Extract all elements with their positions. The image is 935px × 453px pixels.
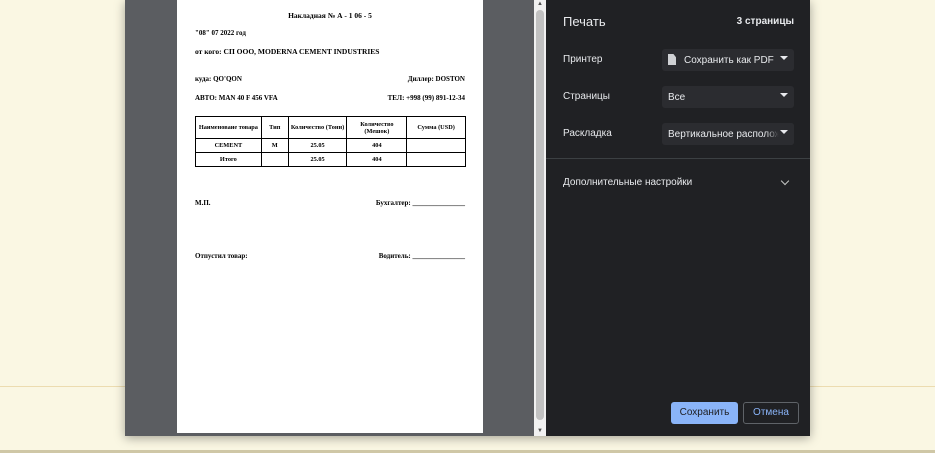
chevron-down-icon bbox=[780, 130, 788, 134]
layout-select[interactable]: Вертикальное расположение bbox=[662, 123, 794, 145]
table-cell bbox=[406, 138, 466, 153]
table-cell: 404 bbox=[346, 138, 408, 153]
table-header-cell: Количество (Тонн) bbox=[287, 116, 348, 139]
invoice-accountant: Бухгалтер: _______________ bbox=[375, 199, 465, 207]
printer-select[interactable]: Сохранить как PDF bbox=[662, 49, 794, 71]
invoice-from: от кого: СП ООО, MODERNA CEMENT INDUSTRI… bbox=[195, 47, 380, 56]
table-cell: 25.05 bbox=[287, 138, 348, 153]
print-dialog: Накладная № А - 1 06 - 5 "08" 07 2022 го… bbox=[125, 0, 810, 436]
invoice-stamp-place: М.П. bbox=[195, 199, 211, 207]
preview-page: Накладная № А - 1 06 - 5 "08" 07 2022 го… bbox=[177, 0, 483, 433]
invoice-title: Накладная № А - 1 06 - 5 bbox=[288, 11, 372, 20]
invoice-table: Наименоваие товара Тип Количество (Тонн)… bbox=[195, 116, 466, 167]
table-row: CEMENT M 25.05 404 bbox=[195, 138, 466, 153]
invoice-date: "08" 07 2022 год bbox=[195, 29, 246, 37]
page-count: 3 страницы bbox=[736, 16, 794, 27]
preview-scrollbar[interactable]: ▲ ▼ bbox=[534, 0, 546, 436]
table-header-cell: Количество (Мешок) bbox=[346, 116, 408, 139]
scroll-up-arrow-icon[interactable]: ▲ bbox=[534, 0, 546, 8]
table-cell: 404 bbox=[346, 152, 408, 167]
more-settings-toggle[interactable]: Дополнительные настройки bbox=[563, 177, 692, 188]
table-header-row: Наименоваие товара Тип Количество (Тонн)… bbox=[195, 116, 466, 139]
invoice-dealer: Диллер: DOSTON bbox=[407, 75, 465, 83]
printer-label: Принтер bbox=[563, 54, 603, 65]
table-cell: CEMENT bbox=[195, 138, 262, 153]
invoice-driver: Водитель: _______________ bbox=[378, 252, 465, 260]
table-header-cell: Наименоваие товара bbox=[195, 116, 262, 139]
table-header-cell: Тип bbox=[260, 116, 289, 139]
pages-select[interactable]: Все bbox=[662, 86, 794, 108]
chevron-down-icon bbox=[780, 93, 788, 97]
chevron-down-icon bbox=[780, 56, 788, 60]
panel-title: Печать bbox=[563, 14, 606, 29]
table-cell: Итого bbox=[195, 152, 262, 167]
invoice-destination: куда: QO'QON bbox=[195, 75, 242, 83]
invoice-released-by: Отпустил товар: bbox=[195, 252, 248, 260]
text-fade bbox=[766, 123, 794, 145]
print-settings-panel: Печать 3 страницы Принтер Сохранить как … bbox=[546, 0, 810, 436]
pages-label: Страницы bbox=[563, 91, 610, 102]
scroll-down-arrow-icon[interactable]: ▼ bbox=[534, 427, 546, 435]
pdf-file-icon bbox=[668, 54, 676, 65]
table-cell: M bbox=[260, 138, 289, 153]
table-row: Итого 25.05 404 bbox=[195, 152, 466, 167]
table-header-cell: Сумма (USD) bbox=[406, 116, 466, 139]
print-preview-area: Накладная № А - 1 06 - 5 "08" 07 2022 го… bbox=[125, 0, 546, 436]
expand-chevron-icon[interactable] bbox=[780, 176, 790, 186]
layout-label: Раскладка bbox=[563, 128, 612, 139]
table-cell: 25.05 bbox=[287, 152, 348, 167]
pages-value: Все bbox=[668, 92, 686, 103]
scrollbar-thumb[interactable] bbox=[536, 10, 544, 420]
invoice-phone: ТЕЛ: +998 (99) 891-12-34 bbox=[387, 94, 465, 102]
invoice-vehicle: АВТО: MAN 40 F 456 VFA bbox=[195, 94, 278, 102]
cancel-button[interactable]: Отмена bbox=[743, 402, 799, 424]
table-cell bbox=[260, 152, 289, 167]
panel-divider bbox=[546, 158, 810, 159]
table-cell bbox=[406, 152, 466, 167]
printer-value: Сохранить как PDF bbox=[684, 55, 774, 66]
save-button[interactable]: Сохранить bbox=[671, 402, 738, 424]
